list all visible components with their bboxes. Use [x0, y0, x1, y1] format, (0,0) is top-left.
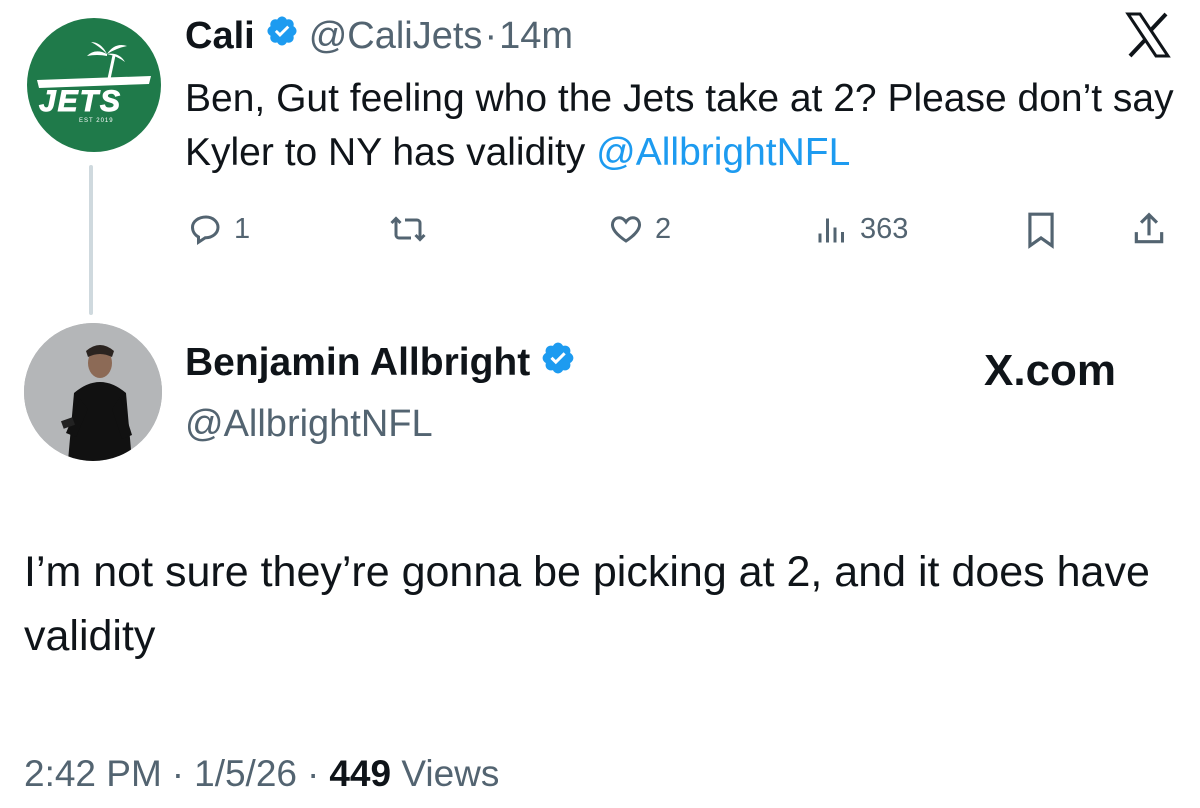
views-button[interactable]: 363 — [814, 211, 908, 247]
main-tweet-text: I’m not sure they’re gonna be picking at… — [24, 548, 1150, 660]
avatar-logo-main: JETS — [38, 85, 123, 119]
share-icon — [1134, 212, 1164, 244]
cali-jets-avatar[interactable]: CALI JETS EST 2019 — [27, 18, 161, 152]
tweet-views[interactable]: 449 Views — [329, 750, 499, 798]
like-count: 2 — [655, 212, 672, 245]
thread-connector-line — [89, 165, 93, 315]
repost-icon — [390, 216, 426, 242]
reply-tweet-text: Ben, Gut feeling who the Jets take at 2?… — [185, 72, 1175, 180]
verified-badge-icon — [265, 14, 299, 58]
tweet-views-count: 449 — [329, 753, 392, 794]
meta-separator-1: · — [171, 753, 185, 794]
x-logo-icon[interactable] — [1124, 10, 1172, 60]
verified-badge-icon — [540, 340, 576, 386]
reply-author-handle[interactable]: @CaliJets — [309, 15, 483, 58]
views-count: 363 — [860, 212, 909, 245]
like-icon — [611, 216, 641, 243]
meta-separator-2: · — [307, 753, 320, 794]
reply-icon — [190, 215, 220, 246]
reply-dot-separator: · — [484, 14, 498, 57]
tweet-time[interactable]: 2:42 PM — [24, 750, 162, 798]
profile-photo-icon — [24, 323, 162, 461]
tweet-views-label: Views — [401, 753, 500, 794]
x-com-brand[interactable]: X.com — [984, 346, 1116, 396]
reply-count: 1 — [234, 212, 251, 245]
avatar-logo-sub: EST 2019 — [79, 118, 114, 124]
reply-author-name[interactable]: Cali — [185, 15, 255, 58]
like-button[interactable]: 2 — [607, 211, 671, 247]
x-com-label: X.com — [984, 346, 1117, 395]
main-author-handle[interactable]: @AllbrightNFL — [185, 400, 433, 448]
reply-mention-link[interactable]: @AllbrightNFL — [596, 131, 850, 174]
reply-button[interactable]: 1 — [188, 211, 250, 247]
tweet-date[interactable]: 1/5/26 — [194, 750, 297, 798]
tweet-meta-footer: 2:42 PM · 1/5/26 · 449 Views — [24, 750, 499, 798]
bookmark-icon — [1028, 212, 1054, 249]
reply-timestamp[interactable]: 14m — [499, 15, 573, 58]
views-icon — [818, 218, 844, 243]
reply-to-header: Cali @CaliJets · 14m — [185, 12, 573, 60]
share-button[interactable] — [1130, 209, 1168, 254]
repost-button[interactable] — [388, 211, 438, 247]
bookmark-button[interactable] — [1024, 211, 1058, 254]
main-tweet-header: Benjamin Allbright — [185, 338, 576, 388]
benjamin-allbright-avatar[interactable] — [24, 323, 162, 461]
main-author-name[interactable]: Benjamin Allbright — [185, 341, 530, 385]
avatar-logo-top: CALI — [59, 67, 89, 79]
